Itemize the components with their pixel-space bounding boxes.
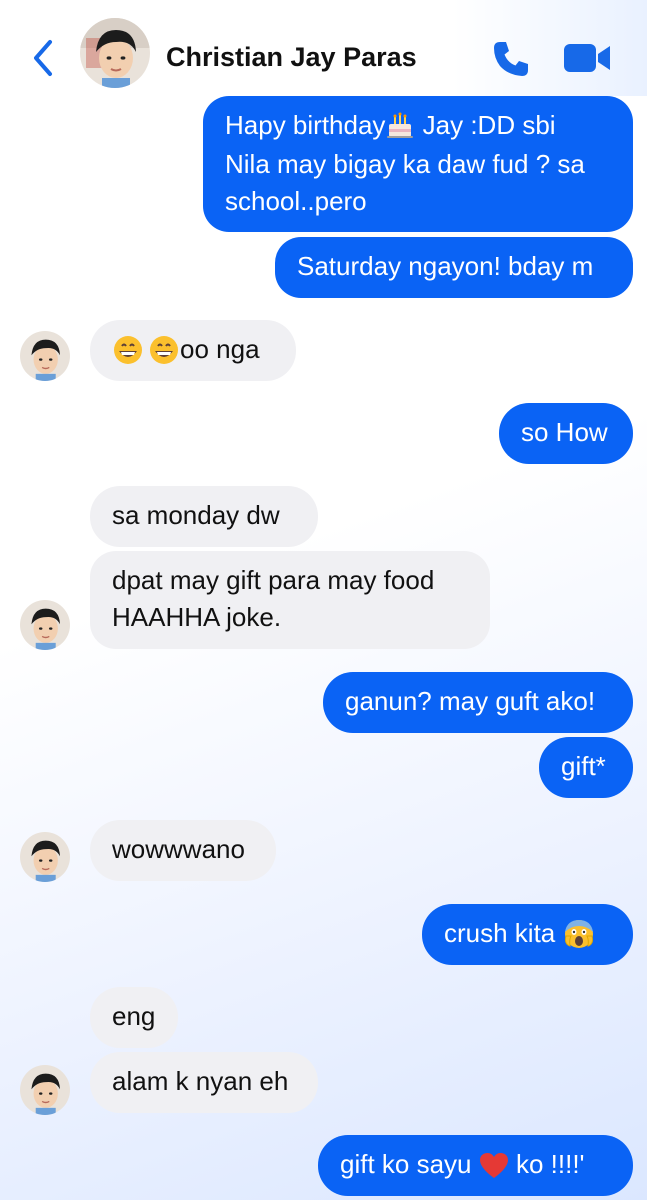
message-outgoing[interactable]: crush kita	[422, 904, 633, 965]
contact-avatar[interactable]	[80, 18, 150, 88]
contact-name[interactable]: Christian Jay Paras	[166, 42, 417, 73]
contact-avatar-small[interactable]	[20, 1065, 70, 1115]
message-outgoing[interactable]: so How	[499, 403, 633, 464]
message-text: gift ko sayu	[340, 1149, 479, 1179]
message-incoming[interactable]: dpat may gift para may food HAAHHA joke.	[90, 551, 490, 649]
avatar-photo	[80, 18, 150, 88]
message-text: sa monday dw	[112, 500, 280, 530]
video-camera-icon	[564, 44, 610, 72]
contact-avatar-small[interactable]	[20, 600, 70, 650]
message-incoming[interactable]: wowwwano	[90, 820, 276, 881]
message-incoming[interactable]: oo nga	[90, 320, 296, 381]
message-text: eng	[112, 1001, 156, 1031]
message-incoming[interactable]: alam k nyan eh	[90, 1052, 318, 1113]
message-text: Saturday ngayon! bday m	[297, 251, 594, 281]
red-heart-icon	[479, 1148, 509, 1185]
message-outgoing[interactable]: Hapy birthday Jay :DD sbi Nila may bigay…	[203, 96, 633, 232]
message-text: so How	[521, 417, 608, 447]
avatar-photo	[20, 331, 70, 381]
message-text: alam k nyan eh	[112, 1066, 289, 1096]
video-call-button[interactable]	[562, 40, 612, 76]
phone-icon	[494, 42, 528, 76]
grinning-face-icon	[148, 333, 180, 370]
avatar-photo	[20, 600, 70, 650]
screaming-face-icon	[563, 917, 595, 954]
grinning-face-icon	[112, 333, 144, 370]
chat-header: Christian Jay Paras	[0, 0, 647, 96]
voice-call-button[interactable]	[490, 38, 532, 80]
birthday-cake-icon	[385, 109, 415, 146]
message-text: ko !!!!'	[508, 1149, 585, 1179]
avatar-photo	[20, 1065, 70, 1115]
chevron-left-icon	[34, 40, 52, 76]
message-text: Hapy birthday	[225, 110, 386, 140]
message-outgoing[interactable]: gift*	[539, 737, 633, 798]
message-outgoing[interactable]: Saturday ngayon! bday m	[275, 237, 633, 298]
message-text: oo nga	[180, 334, 260, 364]
back-button[interactable]	[28, 38, 60, 78]
message-outgoing[interactable]: gift ko sayu ko !!!!'	[318, 1135, 633, 1196]
message-text: crush kita	[444, 918, 556, 948]
message-incoming[interactable]: eng	[90, 987, 178, 1048]
message-text: wowwwano	[112, 834, 245, 864]
message-text: ganun? may guft ako!	[345, 686, 596, 716]
contact-avatar-small[interactable]	[20, 832, 70, 882]
message-outgoing[interactable]: ganun? may guft ako!	[323, 672, 633, 733]
avatar-photo	[20, 832, 70, 882]
contact-avatar-small[interactable]	[20, 331, 70, 381]
message-text: gift*	[561, 751, 606, 781]
message-text: dpat may gift para may food HAAHHA joke.	[112, 565, 435, 632]
message-incoming[interactable]: sa monday dw	[90, 486, 318, 547]
